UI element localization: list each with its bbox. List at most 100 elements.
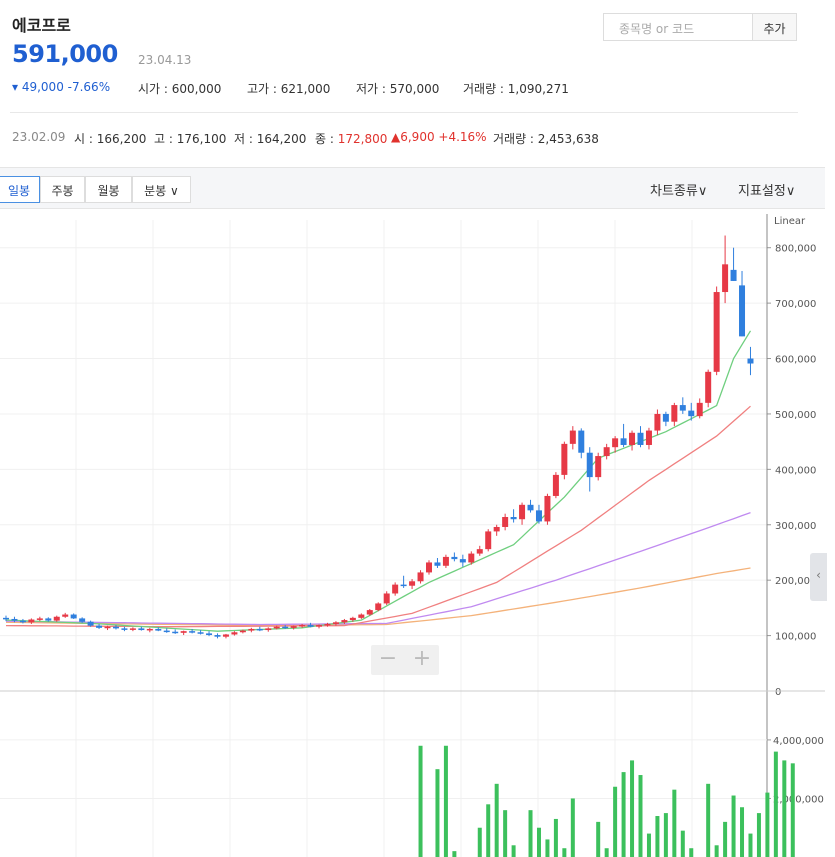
volume-bar: [477, 827, 482, 857]
candle-body: [62, 614, 69, 617]
candle-body: [637, 432, 644, 445]
candle-body: [645, 430, 652, 445]
ma5-line: [5, 330, 752, 632]
zoom-control: − +: [371, 645, 439, 675]
candle-body: [502, 517, 509, 527]
volume-bar: [494, 783, 499, 857]
zoom-out-button[interactable]: −: [371, 645, 405, 675]
volume-value: 1,090,271: [507, 82, 569, 96]
candle-body: [104, 626, 111, 629]
prev-close-value: 172,800: [337, 132, 388, 146]
candle-body: [569, 430, 576, 444]
candle-body: [222, 634, 229, 637]
candle-body: [400, 584, 407, 587]
candle-body: [544, 495, 551, 522]
add-button[interactable]: 추가: [753, 13, 797, 41]
low-value: 570,000: [389, 82, 440, 96]
side-panel-handle[interactable]: ‹: [810, 553, 827, 601]
candle-body: [96, 625, 103, 628]
candle-body: [3, 617, 9, 620]
candle-body: [535, 510, 542, 522]
candle-body: [409, 581, 416, 586]
volume-bar: [503, 810, 508, 857]
volume-bar: [596, 821, 601, 857]
candle-body: [146, 628, 153, 631]
high-label: 고가 :: [247, 82, 281, 96]
candle-body: [265, 628, 272, 631]
y-tick-label: 600,000: [775, 355, 816, 366]
volume-stat: 거래량 : 1,090,271: [463, 80, 569, 97]
indicator-menu[interactable]: 지표설정∨: [738, 180, 795, 199]
volume-bar: [452, 851, 457, 857]
volume-bar: [630, 760, 635, 857]
tab-monthly[interactable]: 월봉: [85, 176, 132, 203]
candle-body: [299, 625, 306, 627]
candle-body: [324, 623, 331, 626]
candle-body: [383, 593, 390, 604]
high-stat: 고가 : 621,000: [247, 80, 330, 97]
candle-body: [688, 410, 695, 417]
volume-bar: [562, 848, 567, 857]
volume-bar: [765, 792, 770, 857]
candle-body: [273, 626, 280, 629]
volume-y-tick-label: 2,000,000: [773, 794, 824, 805]
candle-body: [375, 603, 382, 611]
volume-bar: [790, 763, 795, 857]
tab-minute[interactable]: 분봉 ∨: [132, 176, 191, 203]
candle-body: [662, 413, 669, 422]
volume-bar: [663, 813, 668, 857]
chart-type-menu[interactable]: 차트종류∨: [650, 180, 707, 199]
y-tick-label: 0: [775, 687, 781, 698]
prev-open-value: 166,200: [96, 132, 147, 146]
volume-bar: [418, 745, 423, 857]
candle-body: [510, 517, 517, 520]
candle-body: [87, 621, 94, 626]
ma120-line: [5, 567, 751, 627]
candle-body: [239, 630, 246, 633]
prev-low: 저 : 164,200: [234, 130, 306, 147]
tab-daily[interactable]: 일봉: [0, 176, 40, 203]
open-value: 600,000: [171, 82, 222, 96]
candle-body: [730, 269, 737, 281]
volume-bar: [731, 795, 736, 857]
prev-high-value: 176,100: [176, 132, 227, 146]
volume-bar: [528, 810, 533, 857]
volume-bar: [638, 775, 643, 857]
volume-bar: [604, 848, 609, 857]
candle-body: [282, 626, 289, 629]
volume-label: 거래량 :: [463, 82, 508, 96]
candle-body: [45, 618, 52, 621]
candle-body: [417, 572, 424, 582]
candle-body: [28, 619, 35, 623]
candle-body: [603, 447, 610, 457]
zoom-in-button[interactable]: +: [405, 645, 439, 675]
candle-body: [172, 631, 179, 634]
volume-bar: [756, 813, 761, 857]
search-input[interactable]: 종목명 or 코드: [603, 13, 753, 41]
candle-body: [426, 562, 432, 573]
candle-body: [679, 405, 686, 411]
candle-body: [442, 556, 449, 566]
tab-weekly[interactable]: 주봉: [40, 176, 85, 203]
candle-body: [341, 620, 348, 623]
candle-body: [112, 626, 119, 629]
candle-body: [747, 358, 754, 364]
volume-bar: [545, 839, 550, 857]
candle-body: [307, 625, 314, 627]
prev-date: 23.02.09: [12, 130, 66, 144]
prev-open: 시 : 166,200: [74, 130, 146, 147]
candle-body: [485, 531, 492, 550]
volume-bar: [435, 769, 440, 857]
volume-bar: [714, 845, 719, 857]
prev-high-label: 고 :: [154, 132, 177, 146]
volume-bar: [689, 848, 694, 857]
volume-bar: [570, 798, 575, 857]
candle-body: [231, 632, 238, 635]
y-tick-label: 700,000: [775, 299, 816, 310]
volume-bar: [621, 772, 626, 857]
volume-bar: [486, 804, 491, 857]
prev-change: ▲6,900 +4.16%: [391, 130, 487, 144]
candle-body: [121, 628, 128, 630]
stock-chart: 0100,000200,000300,000400,000500,000600,…: [0, 214, 825, 857]
volume-bar: [646, 833, 651, 857]
